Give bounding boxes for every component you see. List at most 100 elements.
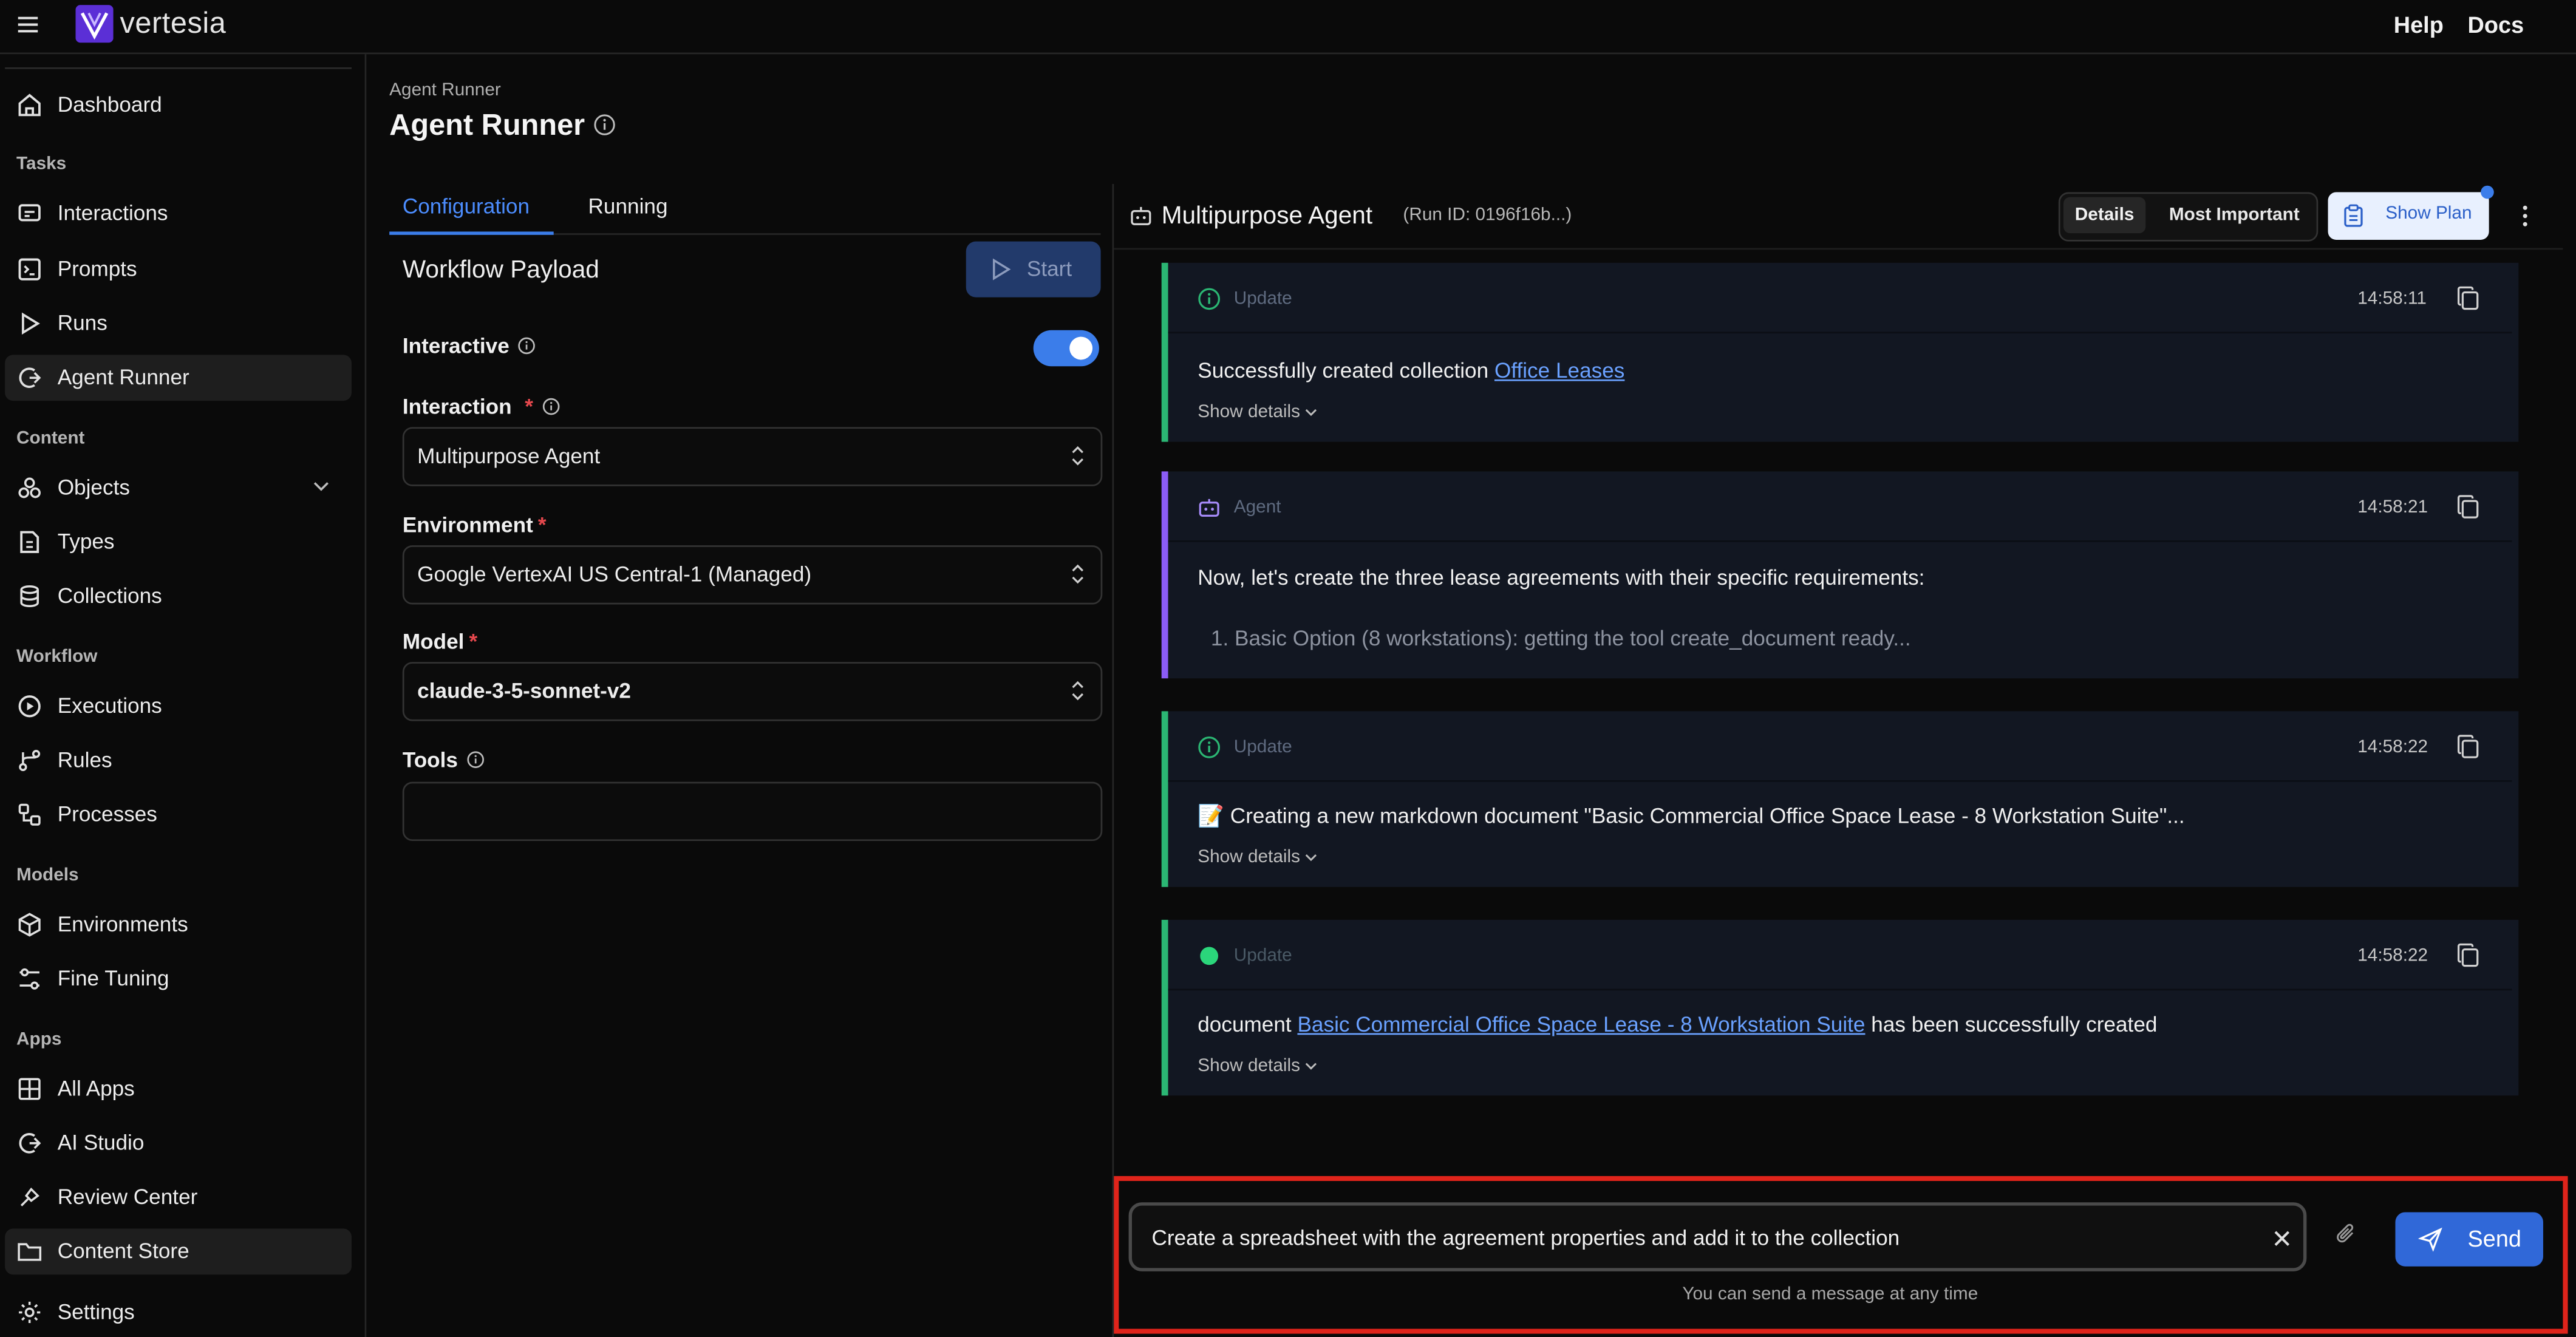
info-icon[interactable]: [593, 114, 616, 137]
sidebar-item-label: Executions: [57, 693, 162, 718]
rules-icon: [16, 747, 43, 774]
model-label: Model: [402, 629, 465, 654]
sidebar-item-label: Content Store: [57, 1238, 189, 1264]
vertesia-logo-icon[interactable]: [75, 5, 114, 43]
more-options-icon[interactable]: [2517, 203, 2533, 228]
sidebar-item-fine-tuning[interactable]: Fine Tuning: [5, 956, 352, 1002]
chevron-down-icon: [1306, 854, 1318, 862]
copy-icon[interactable]: [2456, 943, 2479, 968]
sidebar-item-label: Settings: [57, 1299, 135, 1324]
message-header: [1168, 263, 2512, 334]
gear-icon: [16, 1299, 43, 1325]
agent-name: Multipurpose Agent: [1161, 202, 1373, 230]
sidebar-item-label: Types: [57, 529, 115, 554]
filter-details-button[interactable]: Details: [2063, 197, 2146, 234]
toggle-knob: [1069, 336, 1093, 360]
header-divider: [1114, 248, 2563, 250]
show-details-label: Show details: [1198, 847, 1300, 868]
model-select[interactable]: claude-3-5-sonnet-v2: [402, 662, 1103, 721]
sidebar-item-all-apps[interactable]: All Apps: [5, 1066, 352, 1112]
sidebar-item-objects[interactable]: Objects: [5, 465, 352, 511]
message-card-agent: Agent 14:58:21 Now, let's create the thr…: [1161, 471, 2519, 679]
folder-icon: [16, 1239, 43, 1265]
message-card-update: Update 14:58:22 document Basic Commercia…: [1161, 919, 2519, 1096]
show-details-toggle[interactable]: Show details: [1198, 1056, 1318, 1076]
environment-select-value: Google VertexAI US Central-1 (Managed): [417, 562, 812, 587]
sidebar: Dashboard Tasks Interactions Prompts Run…: [0, 54, 367, 1337]
copy-icon[interactable]: [2456, 734, 2479, 759]
tab-running[interactable]: Running: [588, 194, 668, 219]
chevron-down-icon[interactable]: [312, 480, 330, 493]
message-step: 1. Basic Option (8 workstations): gettin…: [1210, 625, 1911, 651]
tab-configuration[interactable]: Configuration: [403, 194, 530, 219]
paperclip-icon[interactable]: [2334, 1220, 2357, 1247]
sidebar-item-environments[interactable]: Environments: [5, 902, 352, 948]
message-input-value[interactable]: Create a spreadsheet with the agreement …: [1151, 1225, 1900, 1250]
chevron-down-icon: [1306, 1063, 1318, 1070]
sidebar-item-settings[interactable]: Settings: [5, 1290, 352, 1336]
environment-select[interactable]: Google VertexAI US Central-1 (Managed): [402, 545, 1103, 605]
copy-icon[interactable]: [2456, 286, 2479, 311]
start-button[interactable]: Start: [966, 241, 1101, 298]
info-icon[interactable]: [542, 398, 560, 416]
sidebar-item-label: AI Studio: [57, 1130, 145, 1155]
filter-most-important-button[interactable]: Most Important: [2159, 197, 2310, 234]
help-link[interactable]: Help: [2394, 12, 2444, 38]
sidebar-item-rules[interactable]: Rules: [5, 738, 352, 784]
interaction-select[interactable]: Multipurpose Agent: [402, 427, 1103, 486]
sidebar-section-workflow: Workflow: [16, 647, 98, 667]
sidebar-item-prompts[interactable]: Prompts: [5, 247, 352, 293]
show-details-toggle[interactable]: Show details: [1198, 848, 1318, 867]
sidebar-item-label: Objects: [57, 474, 130, 500]
sidebar-item-types[interactable]: Types: [5, 519, 352, 565]
message-header: [1168, 471, 2512, 542]
info-icon[interactable]: [517, 337, 536, 355]
message-time: 14:58:22: [2357, 737, 2428, 758]
show-plan-label: Show Plan: [2385, 203, 2472, 223]
chevron-down-icon: [1306, 409, 1318, 417]
workflow-payload-title: Workflow Payload: [402, 256, 599, 284]
message-card-update: Update 14:58:11 Successfully created col…: [1161, 262, 2519, 442]
sidebar-item-processes[interactable]: Processes: [5, 792, 352, 838]
required-asterisk: *: [525, 394, 533, 419]
document-link[interactable]: Basic Commercial Office Space Lease - 8 …: [1297, 1012, 1865, 1036]
robot-icon: [1198, 496, 1221, 519]
interactive-field: Interactive: [403, 333, 536, 358]
sidebar-item-interactions[interactable]: Interactions: [5, 191, 352, 237]
sidebar-item-collections[interactable]: Collections: [5, 573, 352, 619]
chevron-up-down-icon: [1069, 678, 1086, 703]
message-text: document: [1198, 1012, 1298, 1036]
info-icon[interactable]: [466, 750, 485, 769]
copy-icon[interactable]: [2456, 494, 2479, 519]
message-card-update: Update 14:58:22 📝 Creating a new markdow…: [1161, 711, 2519, 887]
sidebar-item-review-center[interactable]: Review Center: [5, 1174, 352, 1220]
interactions-icon: [16, 200, 43, 226]
sidebar-item-dashboard[interactable]: Dashboard: [5, 82, 352, 128]
chevron-up-down-icon: [1069, 562, 1086, 587]
model-field: Model *: [403, 629, 477, 654]
message-time: 14:58:21: [2357, 497, 2428, 518]
breadcrumb[interactable]: Agent Runner: [389, 81, 501, 100]
message-body: document Basic Commercial Office Space L…: [1198, 1012, 2157, 1036]
tools-input[interactable]: [402, 781, 1103, 842]
sidebar-item-label: Review Center: [57, 1184, 198, 1209]
sidebar-item-runs[interactable]: Runs: [5, 301, 352, 347]
sidebar-item-content-store[interactable]: Content Store: [5, 1228, 352, 1275]
brand-name: vertesia: [120, 6, 227, 39]
hamburger-menu-icon[interactable]: [16, 13, 39, 36]
send-button-label: Send: [2467, 1225, 2521, 1252]
show-plan-button[interactable]: Show Plan: [2328, 192, 2489, 240]
processes-icon: [16, 801, 43, 828]
collection-link[interactable]: Office Leases: [1494, 358, 1624, 383]
send-button[interactable]: Send: [2395, 1212, 2543, 1267]
sidebar-section-apps: Apps: [16, 1030, 62, 1050]
sidebar-item-label: Processes: [57, 801, 157, 826]
docs-link[interactable]: Docs: [2468, 12, 2524, 38]
sidebar-item-executions[interactable]: Executions: [5, 683, 352, 729]
sidebar-item-agent-runner[interactable]: Agent Runner: [5, 355, 352, 401]
show-details-toggle[interactable]: Show details: [1198, 403, 1318, 422]
clear-icon[interactable]: [2272, 1228, 2292, 1248]
message-body: Successfully created collection Office L…: [1198, 358, 1624, 383]
sidebar-item-ai-studio[interactable]: AI Studio: [5, 1120, 352, 1166]
sidebar-section-tasks: Tasks: [16, 154, 67, 174]
